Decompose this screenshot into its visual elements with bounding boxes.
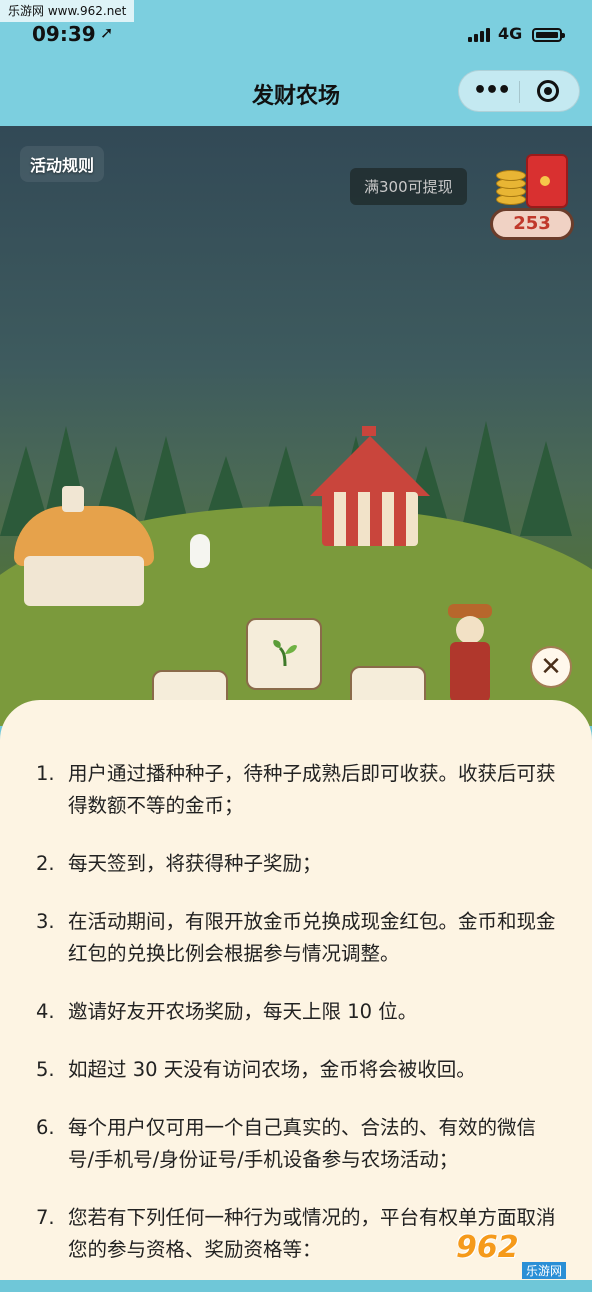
tent-flag — [362, 426, 376, 436]
network-type: 4G — [498, 24, 523, 43]
farmhouse[interactable] — [14, 486, 154, 606]
goose — [190, 534, 210, 568]
withdraw-tip: 满300可提现 — [350, 168, 467, 205]
rule-item: 4. 邀请好友开农场奖励，每天上限 10 位。 — [36, 1000, 418, 1023]
status-time: 09:39 — [32, 22, 96, 46]
nav-bar: 发财农场 ••• — [0, 66, 592, 126]
rule-item: 1. 用户通过播种种子，待种子成熟后即可收获。收获后可获得数额不等的金币； — [36, 762, 556, 817]
watermark-text: 乐游网 www.962.net — [0, 0, 135, 22]
gold-coins-icon — [496, 164, 526, 205]
more-options-icon[interactable]: ••• — [473, 71, 511, 111]
site-logo: 962 乐游网 — [456, 1230, 588, 1279]
miniprogram-capsule: ••• — [458, 70, 580, 112]
coin-balance[interactable]: 253 — [490, 208, 574, 240]
activity-rules-button[interactable]: 活动规则 — [20, 146, 105, 182]
capsule-divider — [519, 81, 520, 103]
farm-scene: 活动规则 满300可提现 253 — [0, 126, 592, 726]
signal-icon — [468, 28, 494, 42]
rule-item: 5. 如超过 30 天没有访问农场，金币将会被收回。 — [36, 1058, 476, 1081]
close-rules-button[interactable]: ✕ — [530, 646, 572, 688]
rule-item: 6. 每个用户仅可用一个自己真实的、合法的、有效的微信号/手机号/身份证号/手机设… — [36, 1116, 537, 1171]
seed-plot-card[interactable] — [246, 618, 322, 690]
battery-icon — [532, 28, 565, 42]
rules-panel: 1. 用户通过播种种子，待种子成熟后即可收获。收获后可获得数额不等的金币； 2. 每… — [0, 700, 592, 1280]
exit-miniprogram-icon[interactable] — [537, 80, 559, 102]
circus-tent-shop[interactable] — [310, 436, 430, 546]
red-packet-icon[interactable] — [526, 154, 568, 208]
scarecrow — [440, 604, 500, 714]
rules-list: 1. 用户通过播种种子，待种子成熟后即可收获。收获后可获得数额不等的金币； 2. 每… — [36, 758, 556, 1292]
location-arrow-icon: ➚ — [100, 23, 114, 42]
sprout-icon — [273, 640, 297, 667]
rule-item: 2. 每天签到，将获得种子奖励； — [36, 852, 322, 875]
rule-item: 3. 在活动期间，有限开放金币兑换成现金红包。金币和现金红包的兑换比例会根据参与情… — [36, 910, 556, 965]
